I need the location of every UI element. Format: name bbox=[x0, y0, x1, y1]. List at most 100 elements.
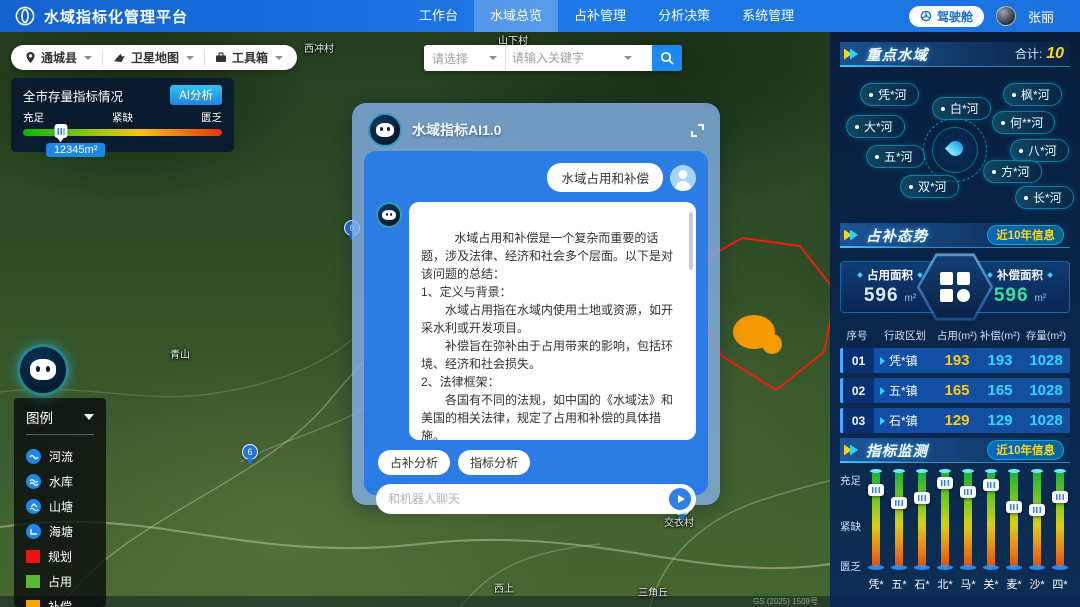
total-value: 10 bbox=[1046, 45, 1064, 63]
river-tag[interactable]: 凭*河 bbox=[860, 83, 919, 106]
gauge-category-label: 四* bbox=[1052, 576, 1067, 592]
river-tag[interactable]: 五*河 bbox=[866, 145, 925, 168]
compensation-area-unit: m² bbox=[1035, 293, 1047, 304]
toolbox-label: 工具箱 bbox=[232, 49, 268, 66]
steering-wheel-icon bbox=[920, 10, 932, 22]
river-tag[interactable]: 长*河 bbox=[1015, 186, 1074, 209]
compensation-area-value: 596 bbox=[994, 285, 1029, 307]
river-icon bbox=[26, 449, 41, 464]
table-row[interactable]: 02 五*镇 165 165 1028 bbox=[840, 378, 1070, 403]
chat-input[interactable] bbox=[388, 492, 669, 506]
trend-header: 占补态势 近10年信息 bbox=[840, 223, 1070, 248]
search-button[interactable] bbox=[652, 45, 682, 71]
gauge-marker bbox=[983, 479, 999, 491]
expand-icon[interactable] bbox=[691, 124, 704, 137]
planning-color-swatch bbox=[26, 550, 40, 563]
toolbox-selector[interactable]: 工具箱 bbox=[204, 49, 293, 66]
map-cluster-marker[interactable]: 6 bbox=[242, 444, 258, 460]
level-sufficient-label: 充足 bbox=[23, 110, 44, 125]
compensation-area-label: 补偿面积 bbox=[997, 267, 1043, 283]
table-header-row: 序号 行政区划 占用(m²) 补偿(m²) 存量(m²) bbox=[840, 325, 1070, 348]
basemap-selector[interactable]: 卫星地图 bbox=[102, 49, 204, 66]
river-tag[interactable]: 枫*河 bbox=[1003, 83, 1062, 106]
brand: 水域指标化管理平台 bbox=[0, 5, 188, 27]
app-title: 水域指标化管理平台 bbox=[44, 6, 188, 27]
indicator-analysis-button[interactable]: 指标分析 bbox=[458, 450, 530, 475]
planning-boundary-polygon bbox=[700, 238, 836, 390]
total-label: 合计: bbox=[1015, 45, 1042, 62]
robot-avatar-icon bbox=[368, 113, 402, 147]
river-tag[interactable]: 双*河 bbox=[900, 175, 959, 198]
legend-item-planning[interactable]: 规划 bbox=[26, 544, 94, 569]
compensation-color-swatch bbox=[26, 600, 40, 607]
bot-message-row: 水域占用和补偿是一个复杂而重要的话题，涉及法律、经济和社会多个层面。以下是对该问… bbox=[376, 202, 696, 440]
section-arrow-icon bbox=[844, 49, 859, 60]
stock-value-badge: 12345m² bbox=[46, 143, 105, 157]
river-tag[interactable]: 大*河 bbox=[846, 115, 905, 138]
gauge-marker bbox=[868, 484, 884, 496]
table-row[interactable]: 03 石*镇 129 129 1028 bbox=[840, 408, 1070, 433]
gauge-marker bbox=[914, 492, 930, 504]
nav-item-workbench[interactable]: 工作台 bbox=[403, 0, 474, 32]
nav-item-analysis[interactable]: 分析决策 bbox=[642, 0, 726, 32]
cockpit-label: 驾驶舱 bbox=[937, 8, 973, 25]
reservoir-icon bbox=[26, 474, 41, 489]
legend-item-occupied[interactable]: 占用 bbox=[26, 569, 94, 594]
topbar: 水域指标化管理平台 工作台 水域总览 占补管理 分析决策 系统管理 驾驶舱 张丽 bbox=[0, 0, 1080, 32]
user-message-bubble: 水域占用和补偿 bbox=[547, 163, 663, 192]
map-place-label: 西冲村 bbox=[304, 40, 334, 55]
right-dashboard-panel: 重点水域 合计: 10 凭*河 白*河 枫*河 大*河 何**河 五*河 八*河… bbox=[830, 32, 1080, 607]
legend-item-seawall[interactable]: 海塘 bbox=[26, 519, 94, 544]
river-tag[interactable]: 何**河 bbox=[992, 111, 1055, 134]
user-avatar[interactable] bbox=[996, 6, 1016, 26]
region-selector[interactable]: 通城县 bbox=[15, 49, 102, 66]
stock-gradient-bar bbox=[23, 129, 222, 136]
gauge-category-label: 五* bbox=[891, 576, 906, 592]
chevron-down-icon bbox=[275, 56, 283, 60]
occupation-analysis-button[interactable]: 占补分析 bbox=[378, 450, 450, 475]
cockpit-button[interactable]: 驾驶舱 bbox=[909, 6, 984, 27]
legend-label: 河流 bbox=[49, 448, 73, 465]
legend-item-river[interactable]: 河流 bbox=[26, 444, 94, 469]
occupied-area-value: 596 bbox=[864, 285, 899, 307]
assistant-robot-button[interactable] bbox=[17, 344, 69, 396]
legend-item-reservoir[interactable]: 水库 bbox=[26, 469, 94, 494]
region-table: 序号 行政区划 占用(m²) 补偿(m²) 存量(m²) 01 凭*镇 193 … bbox=[840, 325, 1070, 433]
legend-header[interactable]: 图例 bbox=[26, 407, 94, 427]
nav-item-occupation-mgmt[interactable]: 占补管理 bbox=[558, 0, 642, 32]
legend-item-pond[interactable]: 山塘 bbox=[26, 494, 94, 519]
user-name: 张丽 bbox=[1028, 7, 1054, 26]
ai-analysis-button[interactable]: AI分析 bbox=[170, 85, 222, 105]
search-category-select[interactable]: 请选择 bbox=[424, 45, 506, 71]
gauge-category-label: 沙* bbox=[1029, 576, 1044, 592]
table-row[interactable]: 01 凭*镇 193 193 1028 bbox=[840, 348, 1070, 373]
satellite-map-icon bbox=[113, 52, 126, 63]
search-keyword-input[interactable] bbox=[512, 51, 622, 65]
legend-label: 山塘 bbox=[49, 498, 73, 515]
gauge-category-label: 马* bbox=[960, 576, 975, 592]
river-tag[interactable]: 白*河 bbox=[932, 97, 991, 120]
river-tag[interactable]: 方*河 bbox=[983, 160, 1042, 183]
search-input-wrap bbox=[506, 45, 652, 71]
send-button[interactable] bbox=[669, 488, 691, 510]
nav-item-system-mgmt[interactable]: 系统管理 bbox=[726, 0, 810, 32]
main-nav: 工作台 水域总览 占补管理 分析决策 系统管理 bbox=[403, 0, 810, 32]
send-icon bbox=[678, 495, 685, 503]
legend-label: 补偿 bbox=[48, 598, 72, 607]
chat-input-row bbox=[376, 484, 696, 514]
topbar-right: 驾驶舱 张丽 bbox=[909, 6, 1080, 27]
legend-item-compensation[interactable]: 补偿 bbox=[26, 594, 94, 607]
robot-avatar-icon bbox=[376, 202, 402, 228]
nav-item-water-overview[interactable]: 水域总览 bbox=[474, 0, 558, 32]
divider bbox=[26, 434, 94, 435]
river-tag[interactable]: 八*河 bbox=[1010, 139, 1069, 162]
gauge-columns: 凭* 五* 石* 北* 马* 关* 麦* 沙* 四* bbox=[866, 471, 1070, 605]
key-waters-header: 重点水域 合计: 10 bbox=[840, 42, 1070, 67]
screen: 西冲村 山下村 青山 交衣村 西上 三角丘 6 6 6 GS (2025) 15… bbox=[0, 0, 1080, 607]
level-scarce-label: 紧缺 bbox=[112, 110, 133, 125]
key-waters-cloud: 凭*河 白*河 枫*河 大*河 何**河 五*河 八*河 双*河 方*河 长*河 bbox=[840, 71, 1070, 223]
message-scrollbar[interactable] bbox=[689, 212, 693, 270]
user-message-row: 水域占用和补偿 bbox=[376, 163, 696, 192]
key-waters-title: 重点水域 bbox=[866, 44, 928, 65]
occupied-color-swatch bbox=[26, 575, 40, 588]
